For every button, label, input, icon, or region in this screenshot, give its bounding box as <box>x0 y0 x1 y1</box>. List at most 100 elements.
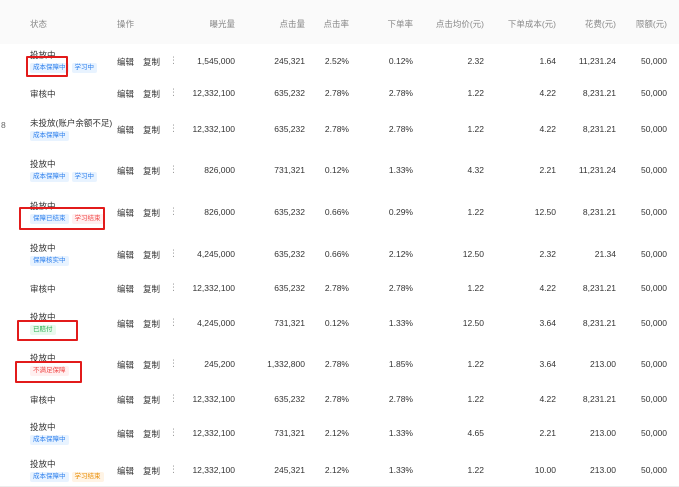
more-actions-icon[interactable]: ⋮ <box>169 87 178 98</box>
more-actions-icon[interactable]: ⋮ <box>169 123 178 134</box>
cell-spend: 213.00 <box>590 428 616 438</box>
edit-link[interactable]: 编辑 <box>117 56 134 68</box>
cell-impressions: 12,332,100 <box>192 465 235 475</box>
cell-ctr: 2.12% <box>324 465 349 475</box>
table-row: 审核中 编辑 复制 ⋮ 12,332,100 635,232 2.78% 2.78% 1.22 4… <box>0 384 679 414</box>
edit-link[interactable]: 编辑 <box>117 359 134 371</box>
status-text: 投放中 <box>30 459 56 469</box>
col-actions: 操作 <box>117 19 135 29</box>
col-cpa[interactable]: 下单成本(元) <box>508 18 556 30</box>
more-actions-icon[interactable]: ⋮ <box>169 464 178 475</box>
copy-link[interactable]: 复制 <box>143 124 160 136</box>
cell-spend: 8,231.21 <box>582 283 616 293</box>
more-actions-icon[interactable]: ⋮ <box>169 164 178 175</box>
cell-cpc: 1.22 <box>467 88 484 98</box>
copy-link[interactable]: 复制 <box>143 165 160 177</box>
cell-limit: 50,000 <box>641 394 667 404</box>
cell-ctr: 2.52% <box>324 56 349 66</box>
status-tag: 学习中 <box>71 63 97 73</box>
cell-cvr: 1.85% <box>388 359 413 369</box>
cell-cpc: 2.32 <box>467 56 484 66</box>
copy-link[interactable]: 复制 <box>143 249 160 261</box>
edit-link[interactable]: 编辑 <box>117 165 134 177</box>
cell-cpa: 10.00 <box>534 465 556 475</box>
highlight-box <box>26 56 68 77</box>
cell-impressions: 245,200 <box>204 359 235 369</box>
edit-link[interactable]: 编辑 <box>117 124 134 136</box>
more-actions-icon[interactable]: ⋮ <box>169 358 178 369</box>
copy-link[interactable]: 复制 <box>143 88 160 100</box>
cell-cvr: 2.78% <box>388 283 413 293</box>
cell-cvr: 0.12% <box>388 56 413 66</box>
copy-link[interactable]: 复制 <box>143 428 160 440</box>
status-tag: 成本保障中 <box>30 472 69 482</box>
edit-link[interactable]: 编辑 <box>117 88 134 100</box>
cell-impressions: 826,000 <box>204 165 235 175</box>
copy-link[interactable]: 复制 <box>143 465 160 477</box>
cell-ctr: 0.12% <box>324 318 349 328</box>
col-ctr[interactable]: 点击率 <box>323 18 349 30</box>
cell-clicks: 245,321 <box>274 56 305 66</box>
cell-spend: 11,231.24 <box>578 56 616 66</box>
status-tags: 成本保障中 学习结束 <box>30 472 104 483</box>
cell-impressions: 4,245,000 <box>197 318 235 328</box>
table-row: 投放中 成本保障中 学习中 编辑 复制 ⋮ 1,545,000 245,321 2.52% 0.1… <box>0 44 679 79</box>
cell-limit: 50,000 <box>641 56 667 66</box>
more-actions-icon[interactable]: ⋮ <box>169 55 178 66</box>
edit-link[interactable]: 编辑 <box>117 428 134 440</box>
more-actions-icon[interactable]: ⋮ <box>169 282 178 293</box>
cell-clicks: 635,232 <box>274 124 305 134</box>
table-row: 审核中 编辑 复制 ⋮ 12,332,100 635,232 2.78% 2.78% 1.22 4… <box>0 78 679 108</box>
status-tags: 成本保障中 <box>30 131 69 142</box>
status-text: 投放中 <box>30 243 56 253</box>
status-text: 未投放(账户余额不足) <box>30 118 113 128</box>
col-cpc[interactable]: 点击均价(元) <box>436 18 484 30</box>
col-spend[interactable]: 花费(元) <box>585 18 616 30</box>
more-actions-icon[interactable]: ⋮ <box>169 317 178 328</box>
cell-cpa: 2.32 <box>539 249 556 259</box>
cell-ctr: 2.78% <box>324 359 349 369</box>
table-row: 未投放(账户余额不足) 成本保障中 编辑 复制 ⋮ 12,332,100 635,232 2.… <box>0 107 679 151</box>
cell-cpc: 12.50 <box>462 249 484 259</box>
copy-link[interactable]: 复制 <box>143 359 160 371</box>
table-row: 审核中 编辑 复制 ⋮ 12,332,100 635,232 2.78% 2.78% 1.22 4… <box>0 273 679 303</box>
table-row: 投放中 保障核实中 编辑 复制 ⋮ 4,245,000 635,232 0.66% 2.12% 1… <box>0 234 679 274</box>
cell-limit: 50,000 <box>641 165 667 175</box>
edit-link[interactable]: 编辑 <box>117 207 134 219</box>
copy-link[interactable]: 复制 <box>143 318 160 330</box>
col-clicks[interactable]: 点击量 <box>279 18 305 30</box>
col-limit[interactable]: 限额(元) <box>636 18 667 30</box>
copy-link[interactable]: 复制 <box>143 56 160 68</box>
cell-spend: 8,231.21 <box>582 124 616 134</box>
copy-link[interactable]: 复制 <box>143 283 160 295</box>
more-actions-icon[interactable]: ⋮ <box>169 206 178 217</box>
cell-impressions: 4,245,000 <box>197 249 235 259</box>
edit-link[interactable]: 编辑 <box>117 249 134 261</box>
status-tag: 成本保障中 <box>30 131 69 141</box>
copy-link[interactable]: 复制 <box>143 207 160 219</box>
table-row: 投放中 不满足保障 编辑 复制 ⋮ 245,200 1,332,800 2.78% 1.85% 1… <box>0 344 679 385</box>
status-tag: 学习中 <box>71 172 97 182</box>
cell-clicks: 731,321 <box>274 428 305 438</box>
more-actions-icon[interactable]: ⋮ <box>169 393 178 404</box>
col-impressions[interactable]: 曝光量 <box>209 18 235 30</box>
cell-cvr: 2.78% <box>388 124 413 134</box>
edit-link[interactable]: 编辑 <box>117 283 134 295</box>
cell-ctr: 2.78% <box>324 124 349 134</box>
copy-link[interactable]: 复制 <box>143 394 160 406</box>
cell-cpa: 2.21 <box>539 428 556 438</box>
cell-clicks: 731,321 <box>274 165 305 175</box>
cell-ctr: 0.66% <box>324 207 349 217</box>
cell-cpa: 12.50 <box>534 207 556 217</box>
more-actions-icon[interactable]: ⋮ <box>169 248 178 259</box>
cell-cvr: 2.12% <box>388 249 413 259</box>
col-cvr[interactable]: 下单率 <box>387 18 413 30</box>
edit-link[interactable]: 编辑 <box>117 394 134 406</box>
cell-spend: 8,231.21 <box>582 394 616 404</box>
edit-link[interactable]: 编辑 <box>117 318 134 330</box>
more-actions-icon[interactable]: ⋮ <box>169 427 178 438</box>
edit-link[interactable]: 编辑 <box>117 465 134 477</box>
cell-spend: 213.00 <box>590 465 616 475</box>
status-text: 审核中 <box>30 395 56 405</box>
status-tags: 成本保障中 <box>30 435 69 446</box>
